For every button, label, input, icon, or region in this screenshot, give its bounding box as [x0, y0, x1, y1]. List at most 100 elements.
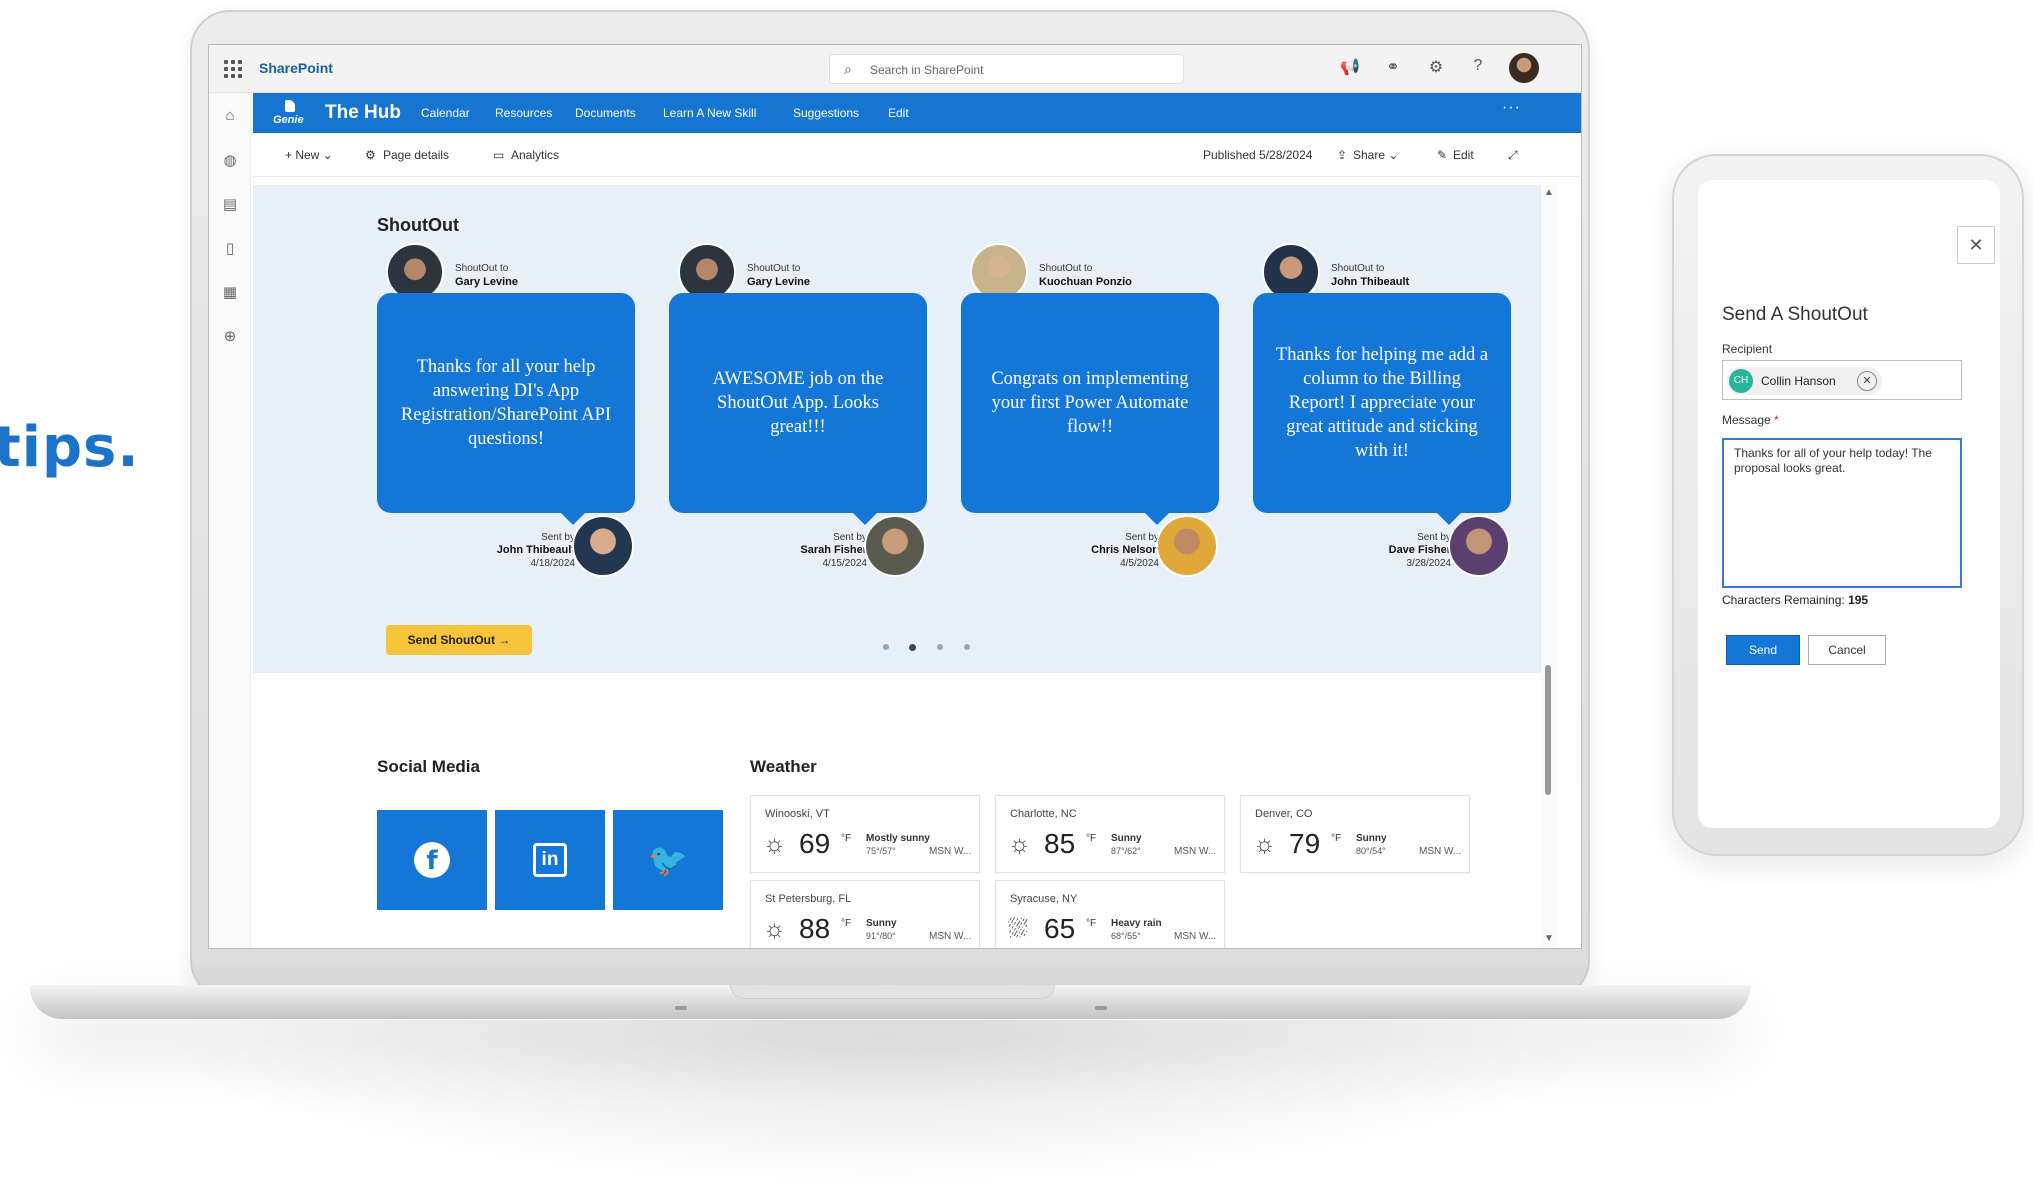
app-name[interactable]: SharePoint	[259, 60, 333, 76]
add-icon[interactable]: ⊕	[220, 327, 240, 345]
scroll-down-icon[interactable]: ▼	[1544, 933, 1554, 944]
weather-condition: Sunny	[866, 918, 897, 929]
app-launcher-icon[interactable]	[224, 60, 242, 78]
weather-card[interactable]: St Petersburg, FL ☼ 88 °F Sunny 91°/80° …	[750, 880, 980, 948]
page-details-button[interactable]: Page details	[383, 148, 449, 162]
sun-icon: ☼	[763, 915, 786, 943]
nav-link-suggestions[interactable]: Suggestions	[793, 106, 859, 120]
settings-icon[interactable]: ⚙	[1425, 57, 1447, 77]
weather-source: MSN W...	[1419, 846, 1462, 857]
suite-bar: SharePoint ⌕ Search in SharePoint 📢 ⚭ ⚙ …	[209, 45, 1581, 93]
share-icon: ⇪	[1337, 148, 1348, 162]
share-network-icon[interactable]: ⚭	[1382, 57, 1404, 77]
cancel-button[interactable]: Cancel	[1808, 635, 1886, 665]
nav-link-calendar[interactable]: Calendar	[421, 106, 470, 120]
megaphone-icon[interactable]: 📢	[1339, 57, 1361, 77]
shoutout-to-label: ShoutOut to	[747, 263, 801, 274]
sender-name: Sarah Fisher	[800, 544, 867, 556]
weather-card[interactable]: Denver, CO ☼ 79 °F Sunny 80°/54° MSN W..…	[1240, 795, 1470, 873]
sun-icon: ☼	[1253, 830, 1276, 858]
page-scrollbar[interactable]: ▲ ▼	[1541, 185, 1557, 948]
share-button[interactable]: Share ⌄	[1353, 148, 1398, 162]
twitter-icon: 🐦	[648, 841, 688, 879]
message-text: Congrats on implementing your first Powe…	[991, 368, 1189, 438]
document-icon[interactable]: ▯	[220, 239, 240, 257]
recipient-picker[interactable]: CH Collin Hanson ✕	[1722, 360, 1962, 400]
shoutout-section: ShoutOut ShoutOut to Gary Levine Thanks …	[253, 185, 1541, 673]
message-label: Message *	[1722, 413, 1779, 427]
recipient-chip[interactable]: CH Collin Hanson ✕	[1727, 367, 1882, 395]
genie-logo-icon[interactable]: Genie	[273, 100, 307, 126]
message-text: Thanks for helping me add a column to th…	[1275, 344, 1489, 462]
analytics-icon: ▭	[493, 148, 505, 162]
linkedin-tile[interactable]: in	[495, 810, 605, 910]
close-icon[interactable]: ✕	[1957, 226, 1995, 264]
carousel-dot[interactable]	[883, 644, 889, 650]
panel-title: Send A ShoutOut	[1722, 304, 1868, 325]
shoutout-card[interactable]: ShoutOut to John Thibeault Thanks for he…	[1253, 243, 1523, 593]
analytics-button[interactable]: Analytics	[511, 148, 559, 162]
nav-link-learn-a-new-skill[interactable]: Learn A New Skill	[663, 106, 756, 120]
twitter-tile[interactable]: 🐦	[613, 810, 723, 910]
recipient-chip-name: Collin Hanson	[1761, 374, 1836, 388]
user-avatar[interactable]	[1509, 53, 1539, 83]
expand-icon[interactable]: ⤢	[1508, 148, 1518, 163]
characters-remaining: Characters Remaining: 195	[1722, 593, 1869, 607]
pencil-icon: ✎	[1437, 148, 1448, 162]
scrollbar-thumb[interactable]	[1545, 665, 1551, 795]
nav-link-edit[interactable]: Edit	[888, 106, 909, 120]
new-button[interactable]: + New ⌄	[285, 148, 333, 162]
weather-condition: Sunny	[1356, 833, 1387, 844]
weather-card[interactable]: Syracuse, NY ⛆ 65 °F Heavy rain 68°/55° …	[995, 880, 1225, 948]
shoutout-card[interactable]: ShoutOut to Gary Levine AWESOME job on t…	[669, 243, 939, 593]
carousel-dot[interactable]	[964, 644, 970, 650]
shoutout-to-label: ShoutOut to	[455, 263, 509, 274]
message-bubble: Congrats on implementing your first Powe…	[961, 293, 1219, 513]
weather-source: MSN W...	[929, 846, 972, 857]
help-icon[interactable]: ?	[1467, 57, 1489, 75]
news-icon[interactable]: ▤	[220, 195, 240, 213]
weather-unit: °F	[1086, 918, 1097, 929]
weather-city: Charlotte, NC	[1010, 808, 1077, 820]
sent-by-label: Sent by	[833, 532, 867, 543]
message-text: Thanks for all your help answering DI's …	[400, 356, 612, 450]
sender-avatar	[864, 515, 926, 577]
carousel-dot-active[interactable]	[909, 644, 916, 651]
weather-source: MSN W...	[1174, 846, 1217, 857]
shoutout-title: ShoutOut	[377, 215, 459, 235]
weather-range: 75°/57°	[866, 846, 896, 856]
message-text: AWESOME job on the ShoutOut App. Looks g…	[712, 368, 884, 438]
scroll-up-icon[interactable]: ▲	[1544, 187, 1554, 198]
sent-by-label: Sent by	[1125, 532, 1159, 543]
shoutout-to-label: ShoutOut to	[1039, 263, 1093, 274]
sender-info: Sent by Dave Fisher 3/28/2024	[1389, 531, 1451, 570]
search-placeholder: Search in SharePoint	[870, 63, 984, 77]
hub-title[interactable]: The Hub	[325, 102, 401, 124]
weather-card[interactable]: Winooski, VT ☼ 69 °F Mostly sunny 75°/57…	[750, 795, 980, 873]
weather-source: MSN W...	[929, 931, 972, 942]
shoutout-card[interactable]: ShoutOut to Kuochuan Ponzio Congrats on …	[961, 243, 1231, 593]
nav-link-resources[interactable]: Resources	[495, 106, 552, 120]
more-icon[interactable]: ···	[1502, 99, 1521, 117]
laptop-foot	[675, 1006, 687, 1010]
facebook-tile[interactable]: f	[377, 810, 487, 910]
shoutout-card[interactable]: ShoutOut to Gary Levine Thanks for all y…	[377, 243, 647, 593]
left-app-rail: ⌂ ◍ ▤ ▯ ▦ ⊕	[209, 93, 251, 948]
search-box[interactable]: ⌕ Search in SharePoint	[829, 54, 1184, 84]
list-icon[interactable]: ▦	[220, 283, 240, 301]
message-textarea[interactable]: Thanks for all of your help today! The p…	[1722, 438, 1962, 588]
remove-recipient-icon[interactable]: ✕	[1857, 371, 1877, 391]
required-marker: *	[1774, 413, 1779, 427]
carousel-pagination	[883, 644, 983, 654]
home-icon[interactable]: ⌂	[220, 107, 240, 124]
send-button[interactable]: Send	[1726, 635, 1800, 665]
edit-button[interactable]: Edit	[1453, 148, 1474, 162]
carousel-dot[interactable]	[937, 644, 943, 650]
weather-condition: Mostly sunny	[866, 833, 930, 844]
globe-icon[interactable]: ◍	[220, 151, 240, 169]
send-shoutout-button[interactable]: Send ShoutOut →	[386, 625, 532, 655]
weather-card[interactable]: Charlotte, NC ☼ 85 °F Sunny 87°/62° MSN …	[995, 795, 1225, 873]
message-bubble: Thanks for all your help answering DI's …	[377, 293, 635, 513]
nav-link-documents[interactable]: Documents	[575, 106, 636, 120]
linkedin-icon: in	[533, 843, 567, 877]
